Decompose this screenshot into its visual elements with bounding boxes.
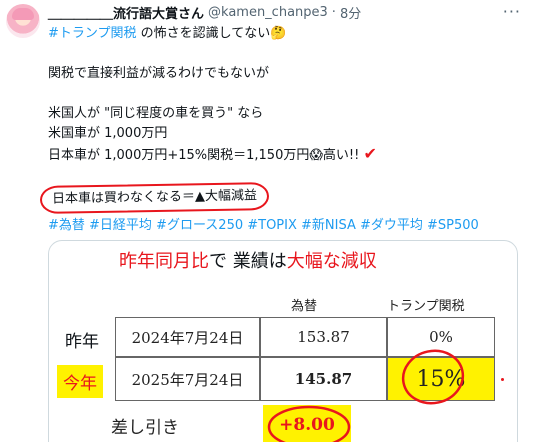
diff-label: 差し引き [111, 418, 179, 438]
tweet-line-1: #トランプ関税 の怖さを認識してない🤔 [48, 24, 518, 44]
timestamp[interactable]: 8分 [340, 3, 361, 22]
display-name[interactable]: ＿＿＿＿＿流行語大賞さん [48, 3, 204, 22]
attached-image[interactable]: 昨年同月比で 業績は大幅な減収 為替 トランプ関税 昨年 2024年7月24日 … [48, 240, 518, 442]
hashtag-list[interactable]: #為替 #日経平均 #グロース250 #TOPIX #新NISA #ダウ平均 #… [48, 216, 518, 236]
tweet-line-3: 米国人が "同じ程度の車を買う" なら [48, 106, 264, 121]
tweet-header: ＿＿＿＿＿流行語大賞さん @kamen_chanpe3 · 8分 [48, 2, 361, 22]
tweet-line-6: 日本車は買わなくなる＝▲大幅減益 [39, 182, 518, 214]
tweet-line-5: 日本車が 1,000万円+15%関税＝1,150万円😱高い!! ✔ [48, 144, 518, 164]
circled-conclusion: 日本車は買わなくなる＝▲大幅減益 [39, 182, 270, 214]
title-part-3: 大幅な減収 [286, 251, 377, 272]
user-handle[interactable]: @kamen_chanpe3 [208, 5, 328, 20]
row-label-this-year: 今年 [57, 365, 103, 398]
row-label-last-year: 昨年 [65, 332, 99, 352]
check-icon: ✔ [363, 144, 377, 163]
tweet-line-2: 関税で直接利益が減るわけでもないが [48, 66, 270, 81]
cell-date-this-year: 2025年7月24日 [115, 357, 260, 401]
image-title: 昨年同月比で 業績は大幅な減収 [119, 247, 377, 273]
line-1-text: の怖さを認識してない🤔 [136, 26, 287, 41]
column-header-fx: 為替 [291, 299, 318, 314]
cell-fx-this-year: 145.87 [260, 357, 387, 401]
tweet-text: #トランプ関税 の怖さを認識してない🤔 関税で直接利益が減るわけでもないが 米国… [39, 24, 518, 236]
cell-date-last-year: 2024年7月24日 [115, 317, 260, 357]
red-circle-annotation [401, 349, 465, 405]
cell-fx-last-year: 153.87 [260, 317, 387, 357]
separator: · [331, 4, 336, 20]
tweet-line-4: 米国車が 1,000万円 [48, 126, 168, 141]
avatar[interactable] [6, 4, 40, 38]
line-5-text: 日本車が 1,000万円+15%関税＝1,150万円😱高い!! [48, 148, 360, 163]
hashtag-tariff[interactable]: #トランプ関税 [48, 26, 137, 41]
more-options-icon[interactable]: ··· [503, 2, 521, 21]
column-header-tariff: トランプ関税 [387, 299, 465, 314]
title-part-1: 昨年同月比 [119, 251, 209, 272]
title-part-2: で 業績は [209, 251, 287, 272]
red-oval-annotation [267, 405, 351, 442]
red-dot [501, 378, 504, 381]
